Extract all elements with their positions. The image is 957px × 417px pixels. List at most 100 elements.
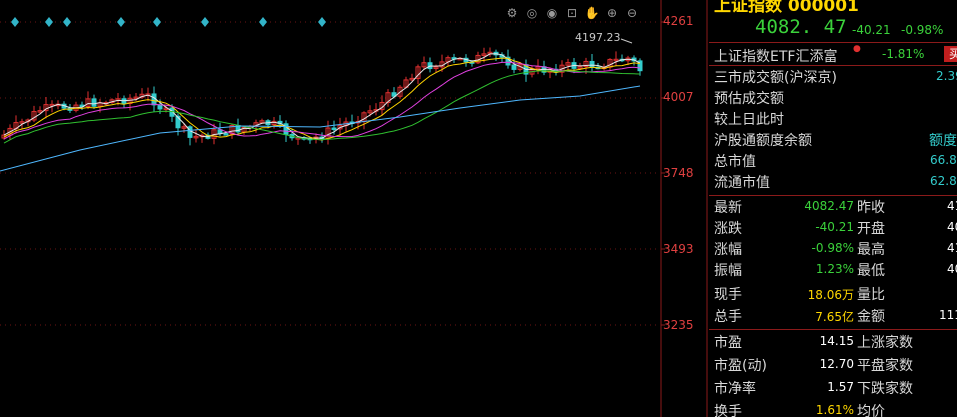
val-label: 市净率 <box>714 381 756 397</box>
quote-row-latest: 最新 4082.47 昨收 41 <box>714 197 957 218</box>
quote-label: 最新 <box>714 200 742 216</box>
info-value: 2.39 <box>936 69 957 83</box>
quote-row-pct: 涨幅 -0.98% 最高 41 <box>714 239 957 260</box>
quote-row-amplitude: 振幅 1.23% 最低 40 <box>714 260 957 281</box>
val-label: 下跌家数 <box>857 381 913 397</box>
val-label: 市盈(动) <box>714 358 767 374</box>
quote-value: 7.65亿 <box>815 310 854 324</box>
quote-value: 1.23% <box>815 262 854 276</box>
ma20-line <box>3 61 641 140</box>
event-marker-icon <box>153 17 161 27</box>
quote-value: -40.21 <box>815 220 854 234</box>
divider <box>709 329 957 330</box>
val-value: 12.70 <box>819 357 854 371</box>
candle-body <box>589 60 595 68</box>
dot-icon: ● <box>853 44 861 54</box>
index-price: 4082. 47 <box>755 16 847 38</box>
quote-label: 现手 <box>714 287 742 303</box>
event-marker-icon <box>201 17 209 27</box>
chart-toolbar: ⚙ ◎ ◉ ⊡ ✋ ⊕ ⊖ <box>503 4 641 22</box>
zoom-out-icon[interactable]: ⊖ <box>623 4 641 22</box>
info-label: 流通市值 <box>714 175 770 191</box>
info-label: 预估成交额 <box>714 91 784 107</box>
y-tick-4007: 4007 <box>663 90 694 104</box>
quote-label: 涨跌 <box>714 221 742 237</box>
val-label: 平盘家数 <box>857 358 913 374</box>
quote-row-current-vol: 现手 18.06万 量比 <box>714 284 957 305</box>
event-marker-icon <box>11 17 19 27</box>
info-row-turnover: 三市成交额(沪深京) 2.39 <box>714 67 957 88</box>
quote-label: 涨幅 <box>714 242 742 258</box>
quote-row-total-vol: 总手 7.65亿 金额 111 <box>714 306 957 327</box>
info-label: 较上日此时 <box>714 112 784 128</box>
zoom-in-icon[interactable]: ⊕ <box>603 4 621 22</box>
divider <box>709 42 957 43</box>
val-row-pe-dyn: 市盈(动) 12.70 平盘家数 <box>714 355 957 376</box>
quote-label: 总手 <box>714 309 742 325</box>
event-marker-icon <box>117 17 125 27</box>
quote-value: 41 <box>947 241 957 255</box>
eye-icon[interactable]: ◉ <box>543 4 561 22</box>
high-price-annotation: 4197.23 <box>575 31 621 44</box>
event-marker-icon <box>45 17 53 27</box>
quote-panel: 上证指数 000001 4082. 47 -40.21 -0.98% 上证指数E… <box>709 0 957 417</box>
val-label: 均价 <box>857 404 885 417</box>
quote-value: 40 <box>947 220 957 234</box>
hand-icon[interactable]: ✋ <box>583 4 601 22</box>
info-label: 沪股通额度余额 <box>714 133 812 149</box>
divider <box>709 65 957 66</box>
quote-label: 金额 <box>857 309 885 325</box>
quote-label: 最高 <box>857 242 885 258</box>
info-row-mcap: 总市值 66.82 <box>714 151 957 172</box>
event-marker-icon <box>63 17 71 27</box>
settings-icon[interactable]: ⚙ <box>503 4 521 22</box>
quote-value: -0.98% <box>811 241 854 255</box>
target-icon[interactable]: ◎ <box>523 4 541 22</box>
quote-label: 振幅 <box>714 263 742 279</box>
val-label: 市盈 <box>714 335 742 351</box>
val-row-pe: 市盈 14.15 上涨家数 <box>714 332 957 353</box>
event-marker-icon <box>259 17 267 27</box>
lock-icon[interactable]: ⊡ <box>563 4 581 22</box>
info-label: 总市值 <box>714 154 756 170</box>
quote-value: 40 <box>947 262 957 276</box>
etf-row[interactable]: 上证指数ETF汇添富 ● -1.81% 买 <box>714 44 957 65</box>
y-tick-3235: 3235 <box>663 318 694 332</box>
candle-body <box>91 98 97 107</box>
candle-body <box>511 64 517 70</box>
info-row-float: 流通市值 62.80 <box>714 172 957 193</box>
val-value: 1.61% <box>815 403 854 417</box>
candle-body <box>157 104 163 110</box>
quote-row-change: 涨跌 -40.21 开盘 40 <box>714 218 957 239</box>
y-tick-3493: 3493 <box>663 242 694 256</box>
quote-label: 昨收 <box>857 200 885 216</box>
index-change: -40.21 <box>852 23 891 37</box>
y-tick-4261: 4261 <box>663 14 694 28</box>
buy-button[interactable]: 买 <box>944 46 957 62</box>
info-row-prev: 较上日此时 <box>714 109 957 130</box>
info-value: 66.82 <box>930 153 957 167</box>
val-value: 1.57 <box>827 380 854 394</box>
info-value: 额度 <box>929 133 957 149</box>
quote-label: 量比 <box>857 287 885 303</box>
etf-pct: -1.81% <box>882 47 925 61</box>
kline-plot[interactable] <box>0 0 708 417</box>
candle-body <box>331 127 337 131</box>
val-label: 上涨家数 <box>857 335 913 351</box>
etf-name: 上证指数ETF汇添富 <box>714 49 838 65</box>
quote-value: 18.06万 <box>807 288 854 302</box>
y-tick-3748: 3748 <box>663 166 694 180</box>
quote-value: 4082.47 <box>804 199 854 213</box>
kline-chart[interactable]: 4261 4007 3748 3493 3235 4197.23 ⚙ ◎ ◉ ⊡… <box>0 0 708 417</box>
index-title: 上证指数 000001 <box>714 0 859 16</box>
quote-value: 41 <box>947 199 957 213</box>
candle-body <box>223 133 229 136</box>
divider <box>709 195 957 196</box>
val-label: 换手 <box>714 404 742 417</box>
info-label: 三市成交额(沪深京) <box>714 70 837 86</box>
val-value: 14.15 <box>819 334 854 348</box>
annotation-pointer <box>620 38 633 44</box>
info-row-quota: 沪股通额度余额 额度 <box>714 130 957 151</box>
index-change-pct: -0.98% <box>901 23 944 37</box>
info-value: 62.80 <box>930 174 957 188</box>
